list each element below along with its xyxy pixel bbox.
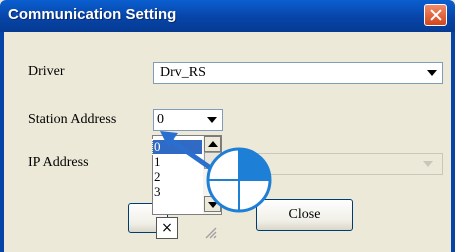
- title-bar[interactable]: Communication Setting: [0, 0, 455, 32]
- driver-label: Driver: [28, 64, 65, 79]
- window-border-right: [451, 32, 455, 252]
- resize-grip-icon[interactable]: [202, 224, 218, 240]
- window-title: Communication Setting: [8, 6, 177, 23]
- driver-value: Drv_RS: [160, 65, 206, 80]
- ip-address-label: IP Address: [28, 155, 89, 170]
- window-border-left: [0, 32, 4, 252]
- click-pointer-icon: [160, 131, 272, 213]
- chevron-down-icon: [423, 161, 433, 167]
- driver-select[interactable]: Drv_RS: [153, 62, 443, 84]
- close-icon[interactable]: [424, 4, 447, 26]
- chevron-down-icon[interactable]: [423, 64, 441, 82]
- station-address-label: Station Address: [28, 112, 117, 127]
